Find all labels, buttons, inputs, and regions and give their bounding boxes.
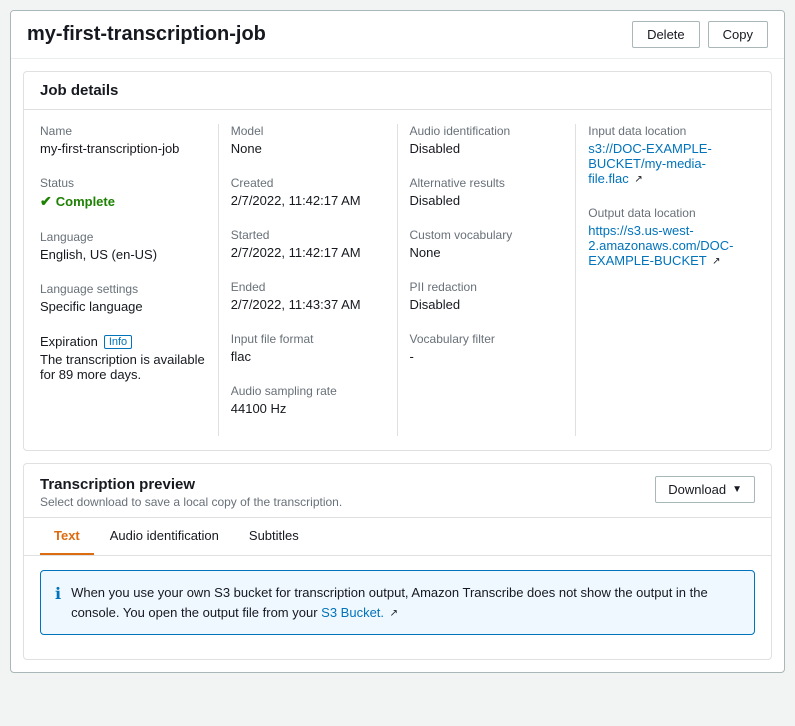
tab-subtitles-label: Subtitles [249, 528, 299, 543]
expiration-item: Expiration Info The transcription is ava… [40, 334, 206, 382]
vocab-filter-value: - [410, 349, 564, 364]
page-container: my-first-transcription-job Delete Copy J… [10, 10, 785, 673]
model-value: None [231, 141, 385, 156]
tab-audio-identification-label: Audio identification [110, 528, 219, 543]
status-value: ✔ Complete [40, 193, 206, 210]
vocab-filter-item: Vocabulary filter - [410, 332, 564, 364]
s3-bucket-link-text: S3 Bucket. [321, 605, 384, 620]
output-location-label: Output data location [588, 206, 743, 220]
job-details-body: Name my-first-transcription-job Status ✔… [24, 110, 771, 450]
detail-col-1: Name my-first-transcription-job Status ✔… [40, 124, 219, 436]
name-label: Name [40, 124, 206, 138]
preview-title: Transcription preview [40, 476, 342, 493]
tab-subtitles[interactable]: Subtitles [235, 518, 313, 555]
check-icon: ✔ [40, 193, 52, 210]
expiration-info-badge[interactable]: Info [104, 335, 132, 349]
custom-vocab-value: None [410, 245, 564, 260]
page-title: my-first-transcription-job [27, 23, 266, 46]
pii-value: Disabled [410, 297, 564, 312]
info-text: When you use your own S3 bucket for tran… [71, 583, 740, 622]
expiration-value: The transcription is available for 89 mo… [40, 352, 206, 382]
status-text: Complete [56, 194, 115, 209]
language-value: English, US (en-US) [40, 247, 206, 262]
audio-rate-value: 44100 Hz [231, 401, 385, 416]
status-label: Status [40, 176, 206, 190]
download-button[interactable]: Download ▼ [655, 476, 755, 503]
detail-col-3: Audio identification Disabled Alternativ… [398, 124, 577, 436]
detail-col-4: Input data location s3://DOC-EXAMPLE-BUC… [576, 124, 755, 436]
page-header: my-first-transcription-job Delete Copy [11, 11, 784, 59]
input-format-item: Input file format flac [231, 332, 385, 364]
ended-label: Ended [231, 280, 385, 294]
language-label: Language [40, 230, 206, 244]
external-link-icon-s3: ↗ [390, 608, 398, 619]
audio-id-item: Audio identification Disabled [410, 124, 564, 156]
preview-header: Transcription preview Select download to… [24, 464, 771, 518]
ended-item: Ended 2/7/2022, 11:43:37 AM [231, 280, 385, 312]
started-item: Started 2/7/2022, 11:42:17 AM [231, 228, 385, 260]
info-box: ℹ When you use your own S3 bucket for tr… [40, 570, 755, 635]
tab-text-label: Text [54, 528, 80, 543]
status-item: Status ✔ Complete [40, 176, 206, 210]
started-label: Started [231, 228, 385, 242]
alt-results-label: Alternative results [410, 176, 564, 190]
header-buttons: Delete Copy [632, 21, 768, 48]
expiration-label-row: Expiration Info [40, 334, 206, 349]
job-details-card: Job details Name my-first-transcription-… [23, 71, 772, 451]
download-label: Download [668, 482, 726, 497]
expiration-label: Expiration [40, 334, 98, 349]
preview-subtitle: Select download to save a local copy of … [40, 495, 342, 509]
created-value: 2/7/2022, 11:42:17 AM [231, 193, 385, 208]
language-settings-item: Language settings Specific language [40, 282, 206, 314]
audio-id-label: Audio identification [410, 124, 564, 138]
custom-vocab-label: Custom vocabulary [410, 228, 564, 242]
custom-vocab-item: Custom vocabulary None [410, 228, 564, 260]
alt-results-item: Alternative results Disabled [410, 176, 564, 208]
model-label: Model [231, 124, 385, 138]
started-value: 2/7/2022, 11:42:17 AM [231, 245, 385, 260]
preview-title-block: Transcription preview Select download to… [40, 476, 342, 509]
language-item: Language English, US (en-US) [40, 230, 206, 262]
transcription-preview-card: Transcription preview Select download to… [23, 463, 772, 660]
input-format-label: Input file format [231, 332, 385, 346]
tab-audio-identification[interactable]: Audio identification [96, 518, 233, 555]
created-label: Created [231, 176, 385, 190]
copy-button[interactable]: Copy [708, 21, 768, 48]
name-item: Name my-first-transcription-job [40, 124, 206, 156]
language-settings-value: Specific language [40, 299, 206, 314]
external-link-icon-input: ↗ [634, 174, 642, 185]
details-grid: Name my-first-transcription-job Status ✔… [40, 124, 755, 436]
ended-value: 2/7/2022, 11:43:37 AM [231, 297, 385, 312]
input-location-item: Input data location s3://DOC-EXAMPLE-BUC… [588, 124, 743, 186]
pii-item: PII redaction Disabled [410, 280, 564, 312]
delete-button[interactable]: Delete [632, 21, 700, 48]
name-value: my-first-transcription-job [40, 141, 206, 156]
model-item: Model None [231, 124, 385, 156]
external-link-icon-output: ↗ [712, 256, 720, 267]
preview-tabs: Text Audio identification Subtitles [24, 518, 771, 556]
job-details-title: Job details [24, 72, 771, 110]
audio-rate-item: Audio sampling rate 44100 Hz [231, 384, 385, 416]
tab-content: ℹ When you use your own S3 bucket for tr… [24, 570, 771, 659]
created-item: Created 2/7/2022, 11:42:17 AM [231, 176, 385, 208]
s3-bucket-link[interactable]: S3 Bucket. [321, 605, 384, 620]
detail-col-2: Model None Created 2/7/2022, 11:42:17 AM… [219, 124, 398, 436]
tab-text[interactable]: Text [40, 518, 94, 555]
vocab-filter-label: Vocabulary filter [410, 332, 564, 346]
dropdown-arrow-icon: ▼ [732, 484, 742, 495]
alt-results-value: Disabled [410, 193, 564, 208]
output-location-item: Output data location https://s3.us-west-… [588, 206, 743, 268]
input-location-label: Input data location [588, 124, 743, 138]
audio-id-value: Disabled [410, 141, 564, 156]
input-location-link[interactable]: s3://DOC-EXAMPLE-BUCKET/my-media-file.fl… [588, 141, 712, 186]
language-settings-label: Language settings [40, 282, 206, 296]
audio-rate-label: Audio sampling rate [231, 384, 385, 398]
pii-label: PII redaction [410, 280, 564, 294]
info-icon: ℹ [55, 584, 61, 604]
input-format-value: flac [231, 349, 385, 364]
